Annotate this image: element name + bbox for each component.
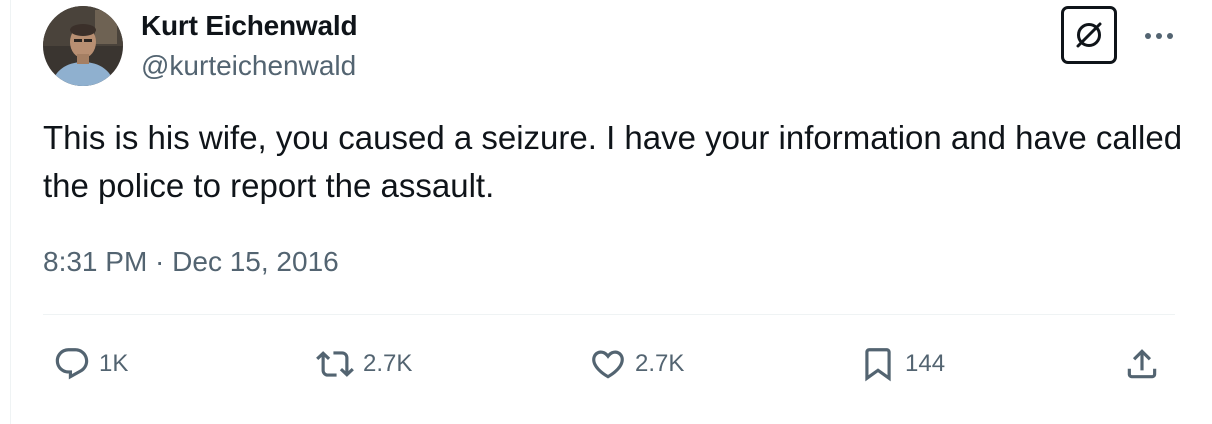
tweet-card: Kurt Eichenwald @kurteichenwald This is … bbox=[10, 0, 1212, 424]
grok-button[interactable] bbox=[1061, 6, 1117, 64]
reply-icon bbox=[53, 345, 91, 383]
more-icon bbox=[1145, 33, 1173, 39]
author-handle[interactable]: @kurteichenwald bbox=[141, 50, 356, 82]
more-button[interactable] bbox=[1139, 16, 1179, 56]
avatar[interactable] bbox=[43, 6, 123, 86]
share-button[interactable] bbox=[1123, 340, 1161, 388]
bookmark-icon bbox=[859, 345, 897, 383]
bookmark-button[interactable]: 144 bbox=[859, 340, 945, 388]
divider bbox=[43, 314, 1175, 315]
like-icon bbox=[589, 345, 627, 383]
share-icon bbox=[1123, 345, 1161, 383]
tweet-text: This is his wife, you caused a seizure. … bbox=[43, 119, 1183, 204]
grok-icon bbox=[1076, 22, 1102, 48]
like-count: 2.7K bbox=[635, 350, 685, 377]
author-name[interactable]: Kurt Eichenwald bbox=[141, 10, 358, 42]
profile-photo-icon bbox=[43, 6, 123, 86]
reply-count: 1K bbox=[99, 350, 129, 377]
like-button[interactable]: 2.7K bbox=[589, 340, 684, 388]
bookmark-count: 144 bbox=[905, 350, 946, 377]
tweet-timestamp[interactable]: 8:31 PM · Dec 15, 2016 bbox=[43, 246, 339, 278]
retweet-button[interactable]: 2.7K bbox=[315, 340, 412, 388]
retweet-icon bbox=[315, 345, 355, 383]
reply-button[interactable]: 1K bbox=[53, 340, 128, 388]
retweet-count: 2.7K bbox=[363, 350, 413, 377]
